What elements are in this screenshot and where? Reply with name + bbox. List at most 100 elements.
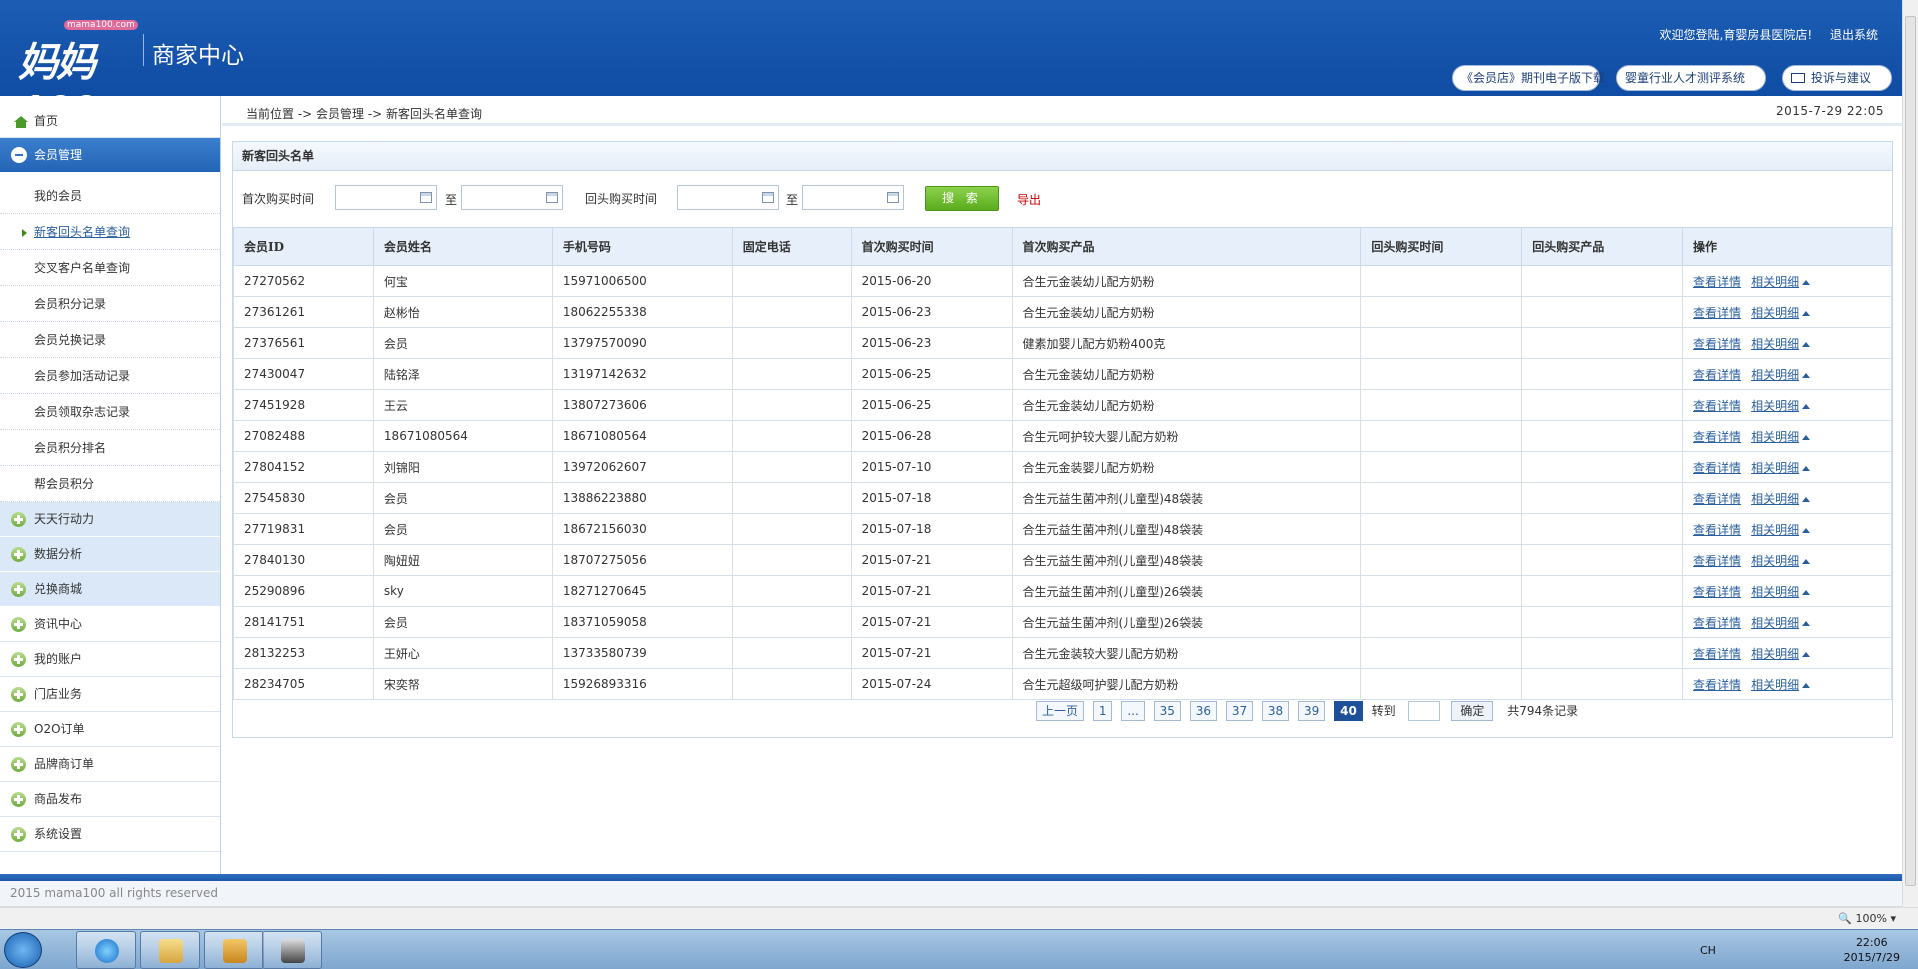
related-details-link[interactable]: 相关明细 [1751,492,1799,506]
sidebar-item-cross-customer[interactable]: 交叉客户名单查询 [0,250,220,286]
sidebar-group-store-business[interactable]: 门店业务 [0,677,220,712]
view-details-link[interactable]: 查看详情 [1693,647,1741,661]
related-details-link[interactable]: 相关明细 [1751,554,1799,568]
sidebar-item-my-members[interactable]: 我的会员 [0,178,220,214]
related-details-link[interactable]: 相关明细 [1751,306,1799,320]
view-details-link[interactable]: 查看详情 [1693,461,1741,475]
view-details-link[interactable]: 查看详情 [1693,306,1741,320]
related-details-link[interactable]: 相关明细 [1751,616,1799,630]
triangle-up-icon[interactable] [1802,558,1811,564]
scrollbar-thumb[interactable] [1905,16,1916,886]
sidebar-group-member-management[interactable]: 会员管理 [0,138,220,172]
triangle-up-icon[interactable] [1802,310,1811,316]
page-ellipsis[interactable]: ... [1121,701,1145,721]
related-details-link[interactable]: 相关明细 [1751,368,1799,382]
triangle-up-icon[interactable] [1802,682,1811,688]
calendar-icon[interactable] [887,192,899,203]
view-details-link[interactable]: 查看详情 [1693,337,1741,351]
journal-download-button[interactable]: 《会员店》期刊电子版下载 [1452,65,1605,91]
complaint-button[interactable]: 投诉与建议 [1782,65,1892,91]
clock[interactable]: 22:06 2015/7/29 [1844,935,1900,965]
sidebar-group-daily-action[interactable]: 天天行动力 [0,502,220,537]
triangle-up-icon[interactable] [1802,465,1811,471]
view-details-link[interactable]: 查看详情 [1693,275,1741,289]
triangle-up-icon[interactable] [1802,403,1811,409]
sidebar-group-brand-orders[interactable]: 品牌商订单 [0,747,220,782]
page-button[interactable]: 38 [1261,701,1290,721]
sidebar-item-new-return-query[interactable]: 新客回头名单查询 [0,214,220,250]
first-buy-end-input[interactable] [461,185,563,210]
related-details-link[interactable]: 相关明细 [1751,399,1799,413]
taskbar-user-app-button[interactable] [262,931,322,969]
page-button[interactable]: 35 [1153,701,1181,721]
sidebar-group-exchange-mall[interactable]: 兑换商城 [0,572,220,607]
page-button[interactable]: 36 [1189,701,1217,721]
input-language[interactable]: CH [1700,944,1716,957]
taskbar-ie-button[interactable] [76,931,136,969]
sidebar-item-points-ranking[interactable]: 会员积分排名 [0,430,220,466]
sidebar-item-activity-record[interactable]: 会员参加活动记录 [0,358,220,394]
related-details-link[interactable]: 相关明细 [1751,585,1799,599]
related-details-link[interactable]: 相关明细 [1751,647,1799,661]
sidebar-item-exchange-record[interactable]: 会员兑换记录 [0,322,220,358]
calendar-icon[interactable] [762,192,774,203]
view-details-link[interactable]: 查看详情 [1693,554,1741,568]
triangle-up-icon[interactable] [1802,527,1811,533]
triangle-up-icon[interactable] [1802,434,1811,440]
sidebar-group-news[interactable]: 资讯中心 [0,607,220,642]
triangle-up-icon[interactable] [1802,341,1811,347]
view-details-link[interactable]: 查看详情 [1693,492,1741,506]
goto-confirm-button[interactable]: 确定 [1451,701,1494,721]
prev-page-button[interactable]: 上一页 [1036,701,1085,721]
first-buy-start-input[interactable] [335,185,437,210]
vertical-scrollbar[interactable] [1902,0,1918,907]
search-button[interactable]: 搜 索 [925,186,999,211]
view-details-link[interactable]: 查看详情 [1693,399,1741,413]
cell: sky [372,575,553,607]
view-details-link[interactable]: 查看详情 [1693,430,1741,444]
page-button[interactable]: 37 [1225,701,1254,721]
sidebar-item-home[interactable]: 首页 [0,96,220,138]
triangle-up-icon[interactable] [1802,496,1811,502]
export-link[interactable]: 导出 [1017,191,1041,208]
talent-assessment-button[interactable]: 婴童行业人才测评系统 [1616,65,1766,91]
triangle-up-icon[interactable] [1802,620,1811,626]
related-details-link[interactable]: 相关明细 [1751,523,1799,537]
page-button[interactable]: 39 [1298,701,1326,721]
triangle-up-icon[interactable] [1802,279,1811,285]
view-details-link[interactable]: 查看详情 [1693,523,1741,537]
sidebar-group-account[interactable]: 我的账户 [0,642,220,677]
view-details-link[interactable]: 查看详情 [1693,678,1741,692]
current-page-button[interactable]: 40 [1334,701,1363,721]
sidebar-group-product-publish[interactable]: 商品发布 [0,782,220,817]
sidebar-item-points-record[interactable]: 会员积分记录 [0,286,220,322]
calendar-icon[interactable] [420,192,432,203]
page-button[interactable]: 1 [1092,701,1113,721]
return-buy-end-input[interactable] [802,185,904,210]
logout-link[interactable]: 退出系统 [1830,28,1878,42]
calendar-icon[interactable] [546,192,558,203]
start-button[interactable] [4,932,42,968]
logo[interactable]: 妈妈100 mama100.com [18,18,138,135]
taskbar-key-app-button[interactable] [204,931,264,969]
view-details-link[interactable]: 查看详情 [1693,368,1741,382]
triangle-up-icon[interactable] [1802,651,1811,657]
return-buy-start-input[interactable] [677,185,779,210]
related-details-link[interactable]: 相关明细 [1751,275,1799,289]
view-details-link[interactable]: 查看详情 [1693,585,1741,599]
goto-page-input[interactable] [1407,701,1440,721]
sidebar-group-o2o-orders[interactable]: O2O订单 [0,712,220,747]
related-details-link[interactable]: 相关明细 [1751,678,1799,692]
sidebar-item-help-points[interactable]: 帮会员积分 [0,466,220,502]
zoom-level[interactable]: 🔍 100% ▾ [1838,912,1896,925]
view-details-link[interactable]: 查看详情 [1693,616,1741,630]
triangle-up-icon[interactable] [1802,372,1811,378]
sidebar-group-system-settings[interactable]: 系统设置 [0,817,220,852]
triangle-up-icon[interactable] [1802,589,1811,595]
related-details-link[interactable]: 相关明细 [1751,337,1799,351]
related-details-link[interactable]: 相关明细 [1751,430,1799,444]
related-details-link[interactable]: 相关明细 [1751,461,1799,475]
taskbar-explorer-button[interactable] [140,931,200,969]
sidebar-group-data-analysis[interactable]: 数据分析 [0,537,220,572]
sidebar-item-magazine-record[interactable]: 会员领取杂志记录 [0,394,220,430]
